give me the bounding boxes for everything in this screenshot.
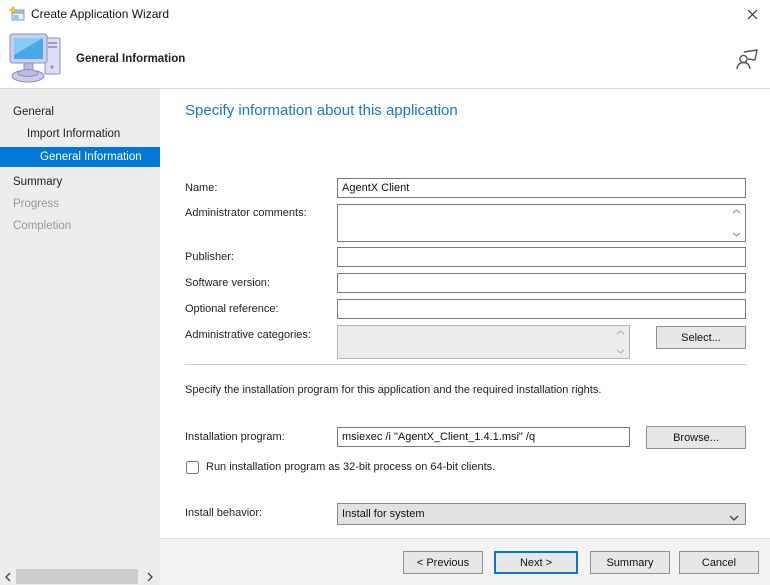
wizard-header: General Information: [0, 28, 770, 89]
run-32bit-label: Run installation program as 32-bit proce…: [206, 461, 496, 473]
wizard-steps-sidebar: General Import Information General Infor…: [0, 89, 160, 585]
section-divider: [185, 364, 746, 365]
installation-program-input[interactable]: [337, 427, 630, 447]
feedback-person-icon: [736, 49, 758, 70]
install-behavior-label: Install behavior:: [185, 507, 263, 519]
name-input[interactable]: [337, 178, 746, 198]
software-version-input[interactable]: [337, 273, 746, 293]
admin-comments-label: Administrator comments:: [185, 207, 307, 219]
sidebar-item-progress[interactable]: Progress: [0, 194, 160, 214]
publisher-label: Publisher:: [185, 251, 234, 263]
sidebar-item-completion[interactable]: Completion: [0, 216, 160, 236]
select-categories-button[interactable]: Select...: [656, 326, 746, 349]
software-version-label: Software version:: [185, 277, 270, 289]
installation-section-text: Specify the installation program for thi…: [185, 384, 602, 396]
cancel-button[interactable]: Cancel: [679, 551, 759, 574]
admin-comments-field: [337, 204, 746, 242]
scrollbar-thumb[interactable]: [16, 569, 138, 584]
optional-reference-input[interactable]: [337, 299, 746, 319]
publisher-input[interactable]: [337, 247, 746, 267]
browse-button[interactable]: Browse...: [646, 426, 746, 449]
run-32bit-checkbox[interactable]: [186, 461, 199, 474]
wizard-app-icon: [8, 5, 25, 22]
scroll-left-icon[interactable]: [0, 568, 16, 585]
admin-categories-field: [337, 325, 630, 359]
chevron-down-icon: [729, 512, 739, 524]
wizard-page-title: General Information: [76, 53, 186, 65]
name-label: Name:: [185, 182, 218, 194]
install-behavior-value: Install for system: [342, 508, 425, 520]
admin-categories-input: [338, 326, 629, 358]
footer-bar: < Previous Next > Summary Cancel: [160, 538, 770, 585]
window-title: Create Application Wizard: [31, 7, 170, 21]
sidebar-horizontal-scrollbar[interactable]: [0, 568, 160, 585]
sidebar-item-import-information[interactable]: Import Information: [0, 124, 160, 144]
titlebar: Create Application Wizard: [0, 0, 770, 28]
computer-icon: [8, 31, 66, 88]
page-heading: Specify information about this applicati…: [185, 102, 458, 119]
admin-categories-label: Administrative categories:: [185, 329, 311, 341]
summary-button[interactable]: Summary: [590, 551, 670, 574]
feedback-button[interactable]: [734, 46, 760, 72]
sidebar-item-general-information[interactable]: General Information: [0, 147, 160, 167]
create-application-wizard-window: Create Application Wizard General Inform…: [0, 0, 770, 585]
scroll-right-icon[interactable]: [142, 568, 158, 585]
optional-reference-label: Optional reference:: [185, 303, 279, 315]
previous-button[interactable]: < Previous: [403, 551, 483, 574]
sidebar-item-summary[interactable]: Summary: [0, 172, 160, 192]
sidebar-item-general[interactable]: General: [0, 102, 160, 122]
close-icon: [747, 9, 757, 19]
install-behavior-dropdown[interactable]: Install for system: [337, 503, 746, 525]
admin-comments-input[interactable]: [338, 205, 745, 241]
next-button[interactable]: Next >: [494, 551, 578, 574]
installation-program-label: Installation program:: [185, 431, 285, 443]
close-button[interactable]: [742, 4, 762, 24]
